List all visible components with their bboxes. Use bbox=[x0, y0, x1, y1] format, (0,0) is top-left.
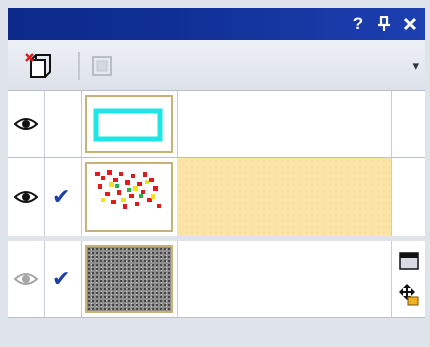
layer-row[interactable]: ✔ bbox=[8, 241, 425, 318]
eye-hidden-icon bbox=[14, 273, 38, 285]
eye-icon bbox=[14, 118, 38, 130]
help-button[interactable]: ? bbox=[347, 12, 369, 36]
new-layer-icon bbox=[25, 53, 51, 78]
layer-row-selected[interactable]: ✔ bbox=[8, 158, 425, 237]
active-cell[interactable]: ✔ bbox=[44, 158, 82, 236]
layer-options-icon bbox=[92, 56, 112, 76]
active-cell[interactable]: ✔ bbox=[44, 241, 82, 317]
close-icon bbox=[403, 17, 417, 31]
actions-cell bbox=[391, 91, 425, 157]
layer-row[interactable] bbox=[8, 91, 425, 158]
selection-highlight bbox=[177, 158, 391, 236]
visibility-cell[interactable] bbox=[8, 241, 45, 317]
visibility-cell[interactable] bbox=[8, 91, 45, 157]
layer-options-button[interactable] bbox=[88, 52, 116, 80]
layer-thumbnail bbox=[85, 95, 173, 153]
pin-icon bbox=[378, 15, 390, 31]
thumbnail-cell bbox=[81, 91, 178, 157]
layer-thumbnail bbox=[85, 162, 173, 232]
layer-name-cell[interactable] bbox=[177, 158, 392, 236]
toolbar-menu-button[interactable]: ▾ bbox=[412, 58, 419, 74]
eye-icon bbox=[14, 191, 38, 203]
thumbnail-cell bbox=[81, 158, 178, 236]
toolbar: ▾ bbox=[8, 40, 425, 91]
title-bar: ? bbox=[8, 8, 425, 40]
actions-cell bbox=[391, 158, 425, 236]
actions-cell bbox=[391, 241, 425, 317]
close-button[interactable] bbox=[399, 12, 421, 36]
thumbnail-cell bbox=[81, 241, 178, 317]
move-layer-icon[interactable] bbox=[398, 283, 420, 307]
pin-button[interactable] bbox=[373, 12, 395, 36]
panel-footer bbox=[8, 318, 425, 340]
colored-dots-preview bbox=[95, 170, 161, 209]
layer-properties-icon[interactable] bbox=[399, 251, 419, 271]
layer-thumbnail bbox=[85, 245, 173, 313]
cyan-rectangle-preview bbox=[93, 108, 163, 142]
check-icon: ✔ bbox=[52, 184, 71, 209]
layer-name-cell[interactable] bbox=[177, 241, 392, 317]
visibility-cell[interactable] bbox=[8, 158, 45, 236]
check-icon: ✔ bbox=[52, 266, 71, 291]
new-layer-button[interactable] bbox=[24, 52, 52, 80]
layer-name-cell[interactable] bbox=[177, 91, 392, 157]
active-cell[interactable] bbox=[44, 91, 82, 157]
toolbar-separator bbox=[78, 52, 80, 80]
